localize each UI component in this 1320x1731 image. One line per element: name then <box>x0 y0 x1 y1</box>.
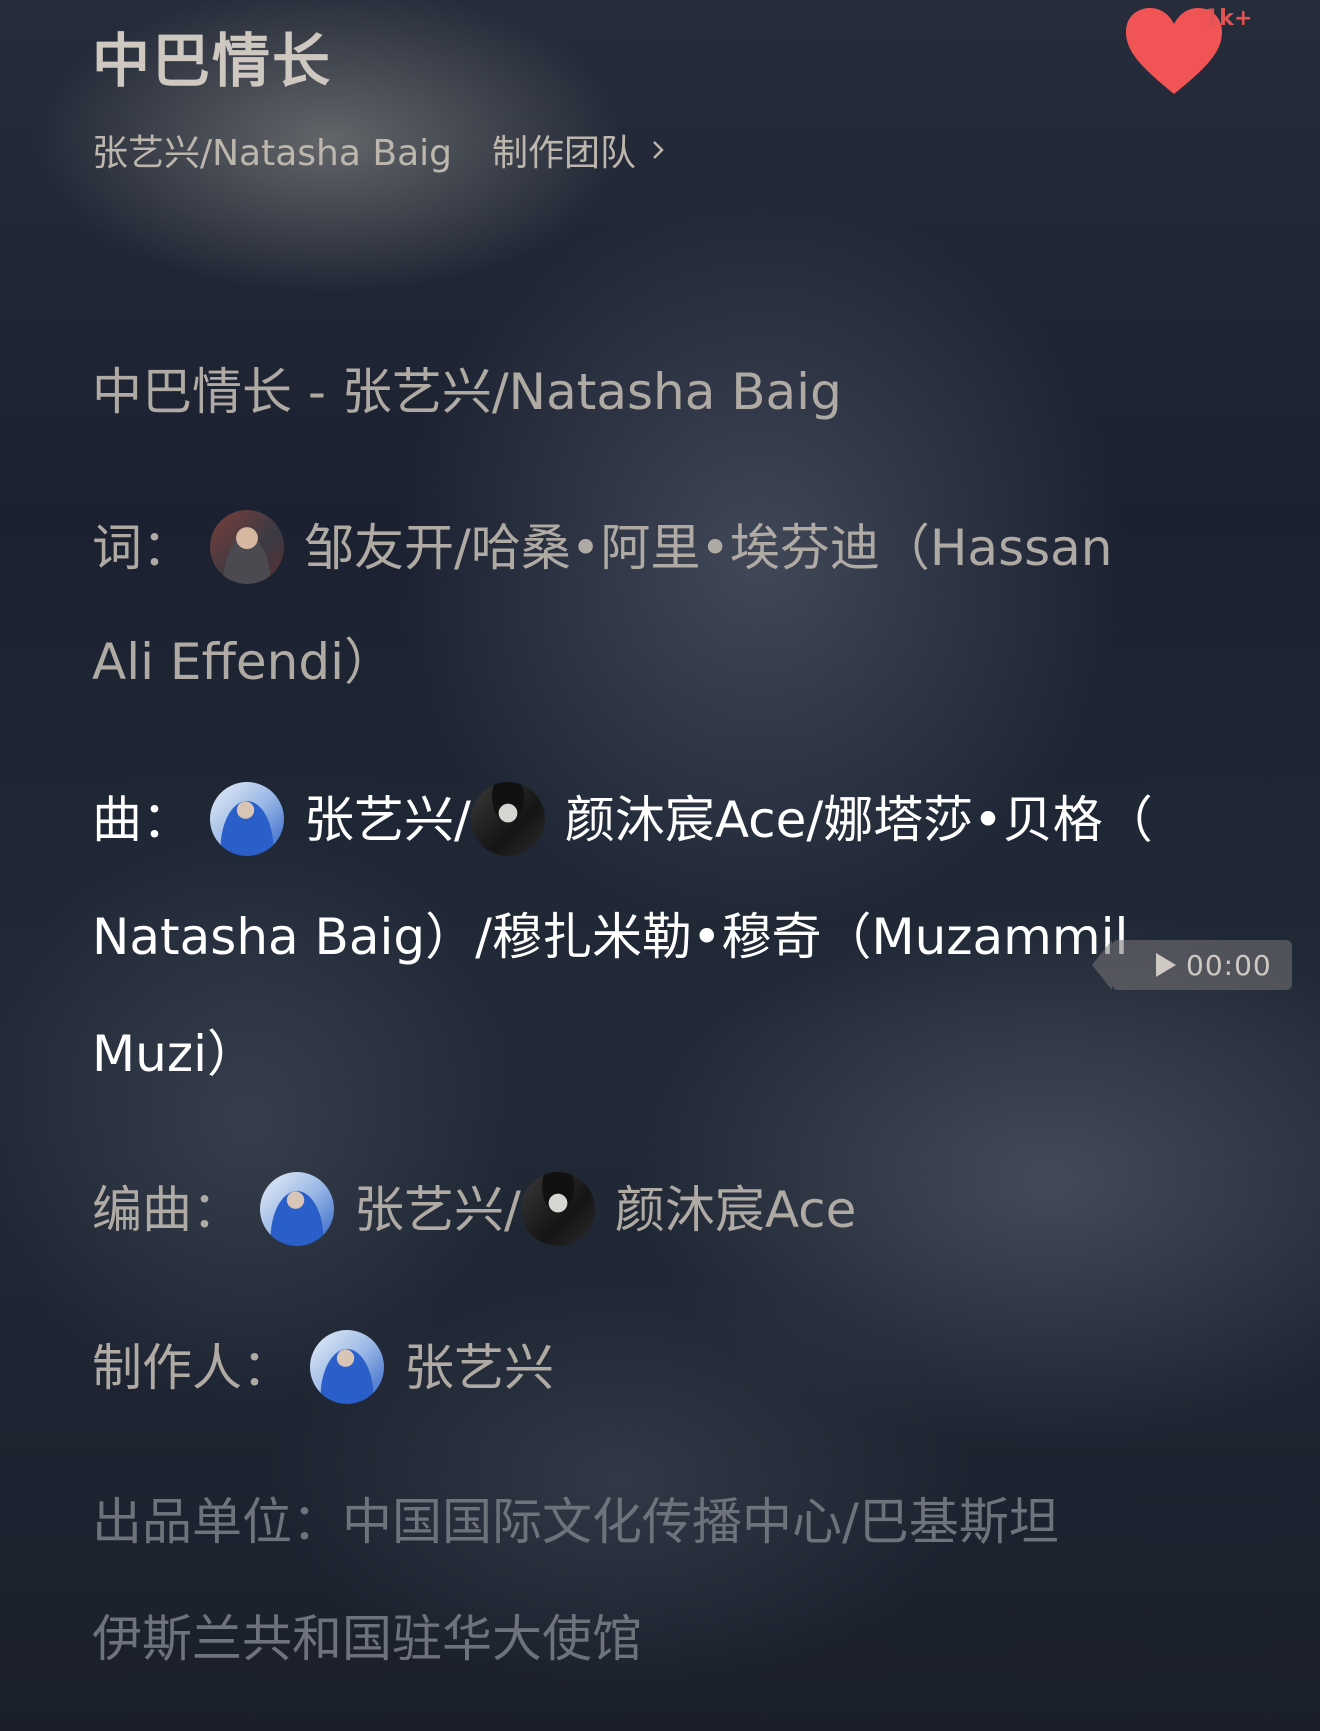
lyric-line[interactable]: 制作人： 张艺兴 <box>92 1310 1250 1426</box>
lyric-text: 伊斯兰共和国驻华大使馆 <box>92 1610 642 1668</box>
seek-time: 00:00 <box>1186 948 1272 982</box>
lyric-text: 张艺兴 <box>404 1339 554 1397</box>
lyric-line[interactable]: 词： 邹友开/哈桑•阿里•埃芬迪（Hassan <box>92 490 1250 606</box>
lyric-text: Muzi） <box>92 1025 257 1083</box>
arranger-label: 编曲： <box>92 1181 242 1239</box>
lyric-line-active[interactable]: Muzi） <box>92 996 1250 1112</box>
lyric-line-active[interactable]: Natasha Baig）/穆扎米勒•穆奇（Muzammil <box>92 879 1250 995</box>
production-team-label: 制作团队 <box>491 133 636 174</box>
lyric-line[interactable]: Ali Effendi） <box>92 604 1250 720</box>
lyric-line[interactable]: 中巴情长 - 张艺兴/Natasha Baig <box>92 334 1250 450</box>
lyric-text: Natasha Baig）/穆扎米勒•穆奇（Muzammil <box>92 908 1129 966</box>
zhang-yixing-avatar[interactable] <box>310 1329 384 1404</box>
lyric-text: 颜沐宸Ace/娜塔莎•贝格（ <box>564 791 1153 849</box>
like-button[interactable]: 1k+ <box>1122 4 1252 104</box>
zhang-yixing-avatar[interactable] <box>260 1171 334 1246</box>
production-team-link[interactable]: 制作团队 <box>492 124 670 176</box>
song-subtitle: 张艺兴/Natasha Baig 制作团队 <box>92 124 670 176</box>
lyric-text: 中巴情长 - 张艺兴/Natasha Baig <box>92 363 842 421</box>
lyric-line[interactable]: 伊斯兰共和国驻华大使馆 <box>92 1581 1250 1697</box>
lyric-text: 邹友开/哈桑•阿里•埃芬迪（Hassan <box>304 519 1113 577</box>
zou-youkai-avatar[interactable] <box>210 509 284 584</box>
song-title: 中巴情长 <box>92 27 333 95</box>
lyric-text: 张艺兴/ <box>354 1181 521 1239</box>
lyric-line-active[interactable]: 曲： 张艺兴/颜沐宸Ace/娜塔莎•贝格（ <box>92 762 1250 878</box>
lyric-line[interactable]: 出品单位：中国国际文化传播中心/巴基斯坦 <box>92 1464 1250 1580</box>
lyricist-label: 词： <box>92 519 192 577</box>
lyric-text: 张艺兴/ <box>304 791 471 849</box>
lyric-line[interactable]: 编曲： 张艺兴/颜沐宸Ace <box>92 1152 1250 1268</box>
producer-label: 制作人： <box>92 1339 292 1397</box>
lyric-text: 出品单位：中国国际文化传播中心/巴基斯坦 <box>92 1493 1059 1551</box>
composer-label: 曲： <box>92 791 192 849</box>
like-count: 1k+ <box>1204 6 1253 31</box>
yan-muchen-avatar[interactable] <box>470 781 545 856</box>
yan-muchen-avatar[interactable] <box>520 1171 595 1246</box>
lyric-text: Ali Effendi） <box>92 633 395 691</box>
play-icon <box>1156 953 1176 977</box>
seek-to-line-button[interactable]: 00:00 <box>1092 940 1292 990</box>
artist-names[interactable]: 张艺兴/Natasha Baig <box>92 124 452 176</box>
zhang-yixing-avatar[interactable] <box>210 781 284 856</box>
chevron-right-icon <box>653 141 664 159</box>
lyric-text: 颜沐宸Ace <box>614 1181 857 1239</box>
